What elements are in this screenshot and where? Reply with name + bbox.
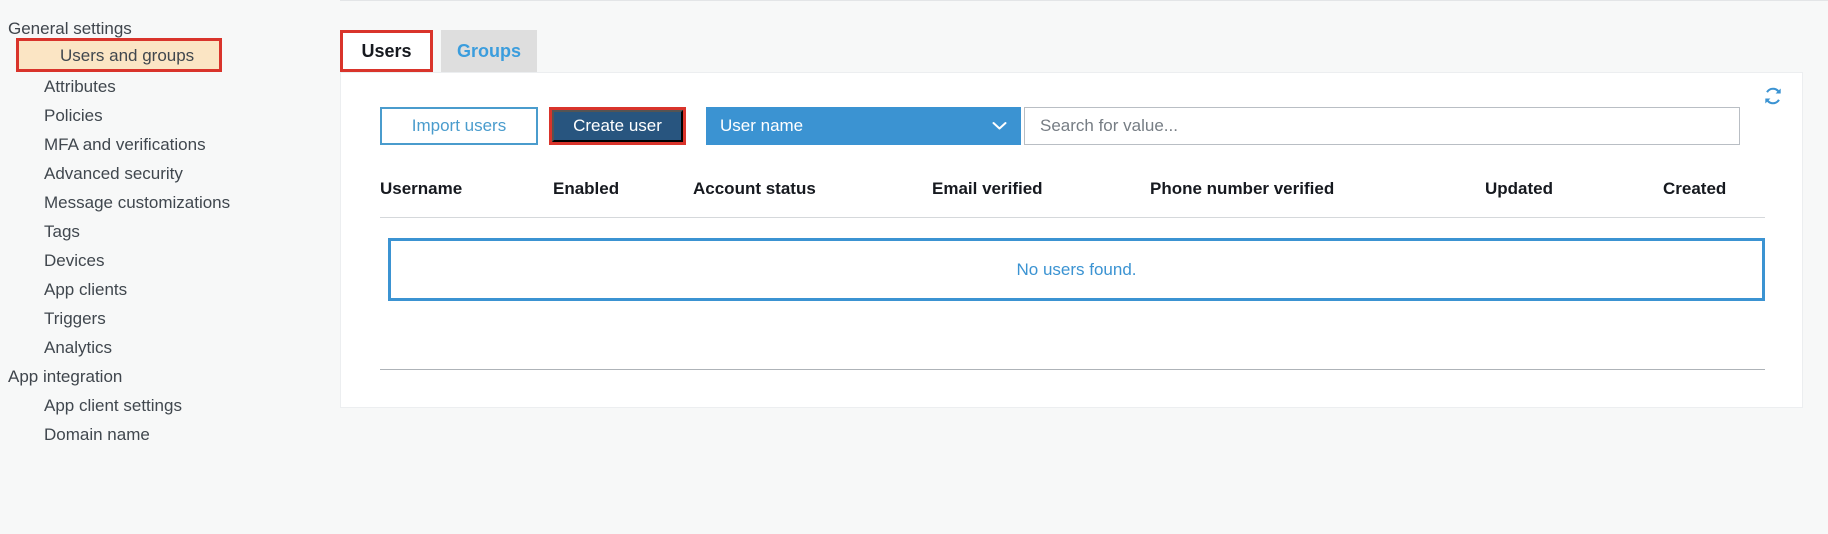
create-user-button[interactable]: Create user [552, 110, 683, 142]
sidebar-item-app-clients[interactable]: App clients [0, 281, 127, 298]
sidebar-item-tags[interactable]: Tags [0, 223, 80, 240]
column-header-updated[interactable]: Updated [1485, 179, 1553, 199]
column-header-enabled[interactable]: Enabled [553, 179, 619, 199]
empty-state-box: No users found. [388, 238, 1765, 301]
import-users-button[interactable]: Import users [380, 107, 538, 145]
column-header-phone-number-verified[interactable]: Phone number verified [1150, 179, 1334, 199]
app-root: General settings Users and groups Attribut… [0, 0, 1828, 534]
sidebar-item-devices[interactable]: Devices [0, 252, 104, 269]
column-header-created[interactable]: Created [1663, 179, 1726, 199]
sidebar-item-attributes[interactable]: Attributes [0, 78, 116, 95]
sidebar-item-mfa-and-verifications[interactable]: MFA and verifications [0, 136, 206, 153]
sidebar-item-analytics[interactable]: Analytics [0, 339, 112, 356]
users-table-header: Username Enabled Account status Email verif… [380, 173, 1765, 218]
column-header-username[interactable]: Username [380, 179, 462, 199]
sidebar-item-app-client-settings[interactable]: App client settings [0, 397, 182, 414]
users-toolbar: Import users Create user User name [380, 107, 1740, 145]
sidebar-group-title: General settings [8, 19, 132, 38]
sidebar-item-triggers[interactable]: Triggers [0, 310, 106, 327]
sidebar-item-policies[interactable]: Policies [0, 107, 103, 124]
filter-attribute-select[interactable]: User name [706, 107, 1021, 145]
tab-groups[interactable]: Groups [441, 30, 537, 72]
tab-users[interactable]: Users [340, 30, 433, 72]
users-panel: Import users Create user User name Usern… [340, 72, 1803, 408]
settings-sidebar: General settings Users and groups Attribut… [0, 0, 340, 534]
sidebar-item-message-customizations[interactable]: Message customizations [0, 194, 230, 211]
sidebar-item-users-and-groups[interactable]: Users and groups [16, 38, 222, 72]
sidebar-group-title: App integration [8, 367, 123, 386]
column-header-email-verified[interactable]: Email verified [932, 179, 1043, 199]
sidebar-item-domain-name[interactable]: Domain name [0, 426, 150, 443]
search-field-wrapper [1024, 107, 1740, 145]
chevron-down-icon [992, 122, 1007, 131]
sidebar-item-advanced-security[interactable]: Advanced security [0, 165, 183, 182]
column-header-account-status[interactable]: Account status [693, 179, 816, 199]
search-input[interactable] [1038, 115, 1739, 137]
create-user-highlight: Create user [549, 107, 686, 145]
refresh-icon[interactable] [1760, 83, 1786, 109]
empty-state-message: No users found. [1016, 259, 1137, 279]
table-bottom-divider [380, 369, 1765, 370]
filter-attribute-value: User name [720, 116, 804, 135]
